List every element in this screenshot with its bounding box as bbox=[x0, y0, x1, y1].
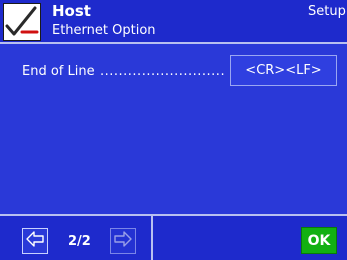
next-page-button[interactable] bbox=[110, 228, 136, 254]
dotted-leader: ........................... bbox=[100, 64, 226, 79]
ok-button-label: OK bbox=[307, 232, 331, 249]
mode-label: Setup bbox=[308, 4, 346, 19]
checkmark-icon bbox=[3, 3, 41, 41]
setting-label-end-of-line: End of Line bbox=[22, 64, 95, 79]
header-bar: Host Ethernet Option Setup bbox=[0, 0, 347, 44]
arrow-right-icon bbox=[114, 231, 132, 251]
arrow-left-icon bbox=[26, 231, 44, 251]
page-title: Host bbox=[52, 2, 91, 20]
end-of-line-value: <CR><LF> bbox=[245, 63, 322, 78]
page-subtitle: Ethernet Option bbox=[52, 23, 156, 38]
footer-bar: 2/2 OK bbox=[0, 214, 347, 260]
footer-divider bbox=[151, 216, 153, 260]
previous-page-button[interactable] bbox=[22, 228, 48, 254]
page-counter: 2/2 bbox=[68, 234, 91, 249]
settings-panel: End of Line ........................... … bbox=[0, 44, 347, 214]
ok-button[interactable]: OK bbox=[301, 227, 337, 254]
end-of-line-value-button[interactable]: <CR><LF> bbox=[230, 55, 337, 86]
